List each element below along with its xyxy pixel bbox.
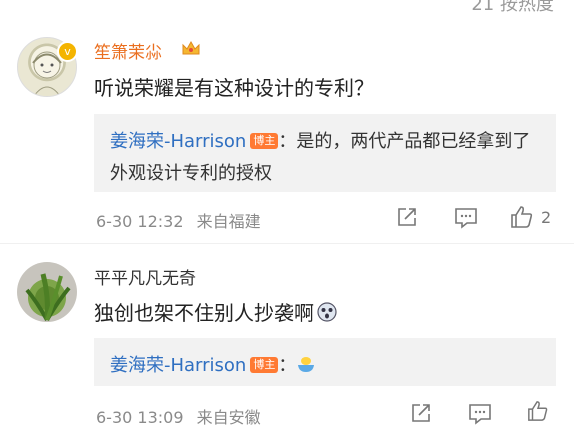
comment-text: 听说荣耀是有这种设计的专利？ bbox=[94, 76, 374, 100]
like-icon[interactable] bbox=[526, 400, 550, 422]
comment-meta: 6-30 13:09 来自安徽 bbox=[96, 404, 261, 428]
comment-icon[interactable] bbox=[454, 207, 478, 229]
reply-box[interactable]: 姜海荣-Harrison 博主： bbox=[94, 338, 556, 386]
like-count: 2 bbox=[541, 208, 552, 227]
reply-author[interactable]: 姜海荣-Harrison bbox=[110, 355, 246, 376]
comment-source: 来自安徽 bbox=[196, 408, 261, 427]
eating-emoji-icon bbox=[298, 357, 315, 372]
crown-icon bbox=[182, 40, 200, 55]
reply-author[interactable]: 姜海荣-Harrison bbox=[110, 131, 246, 152]
comment-username[interactable]: 笙箫茉尛 bbox=[94, 38, 162, 63]
blogger-tag: 博主 bbox=[250, 133, 279, 149]
comment-username[interactable]: 平平凡凡无奇 bbox=[94, 264, 196, 289]
share-icon[interactable] bbox=[396, 206, 418, 228]
blogger-tag: 博主 bbox=[250, 357, 279, 373]
comment-time: 6-30 12:32 bbox=[96, 212, 184, 231]
reply-text: ： bbox=[278, 355, 297, 376]
plant-icon bbox=[25, 273, 71, 322]
sort-label[interactable]: 21 按热度 bbox=[471, 0, 554, 16]
verified-badge-icon: v bbox=[57, 41, 78, 62]
like-icon[interactable] bbox=[510, 205, 534, 229]
shocked-emoji-icon bbox=[317, 302, 337, 322]
divider bbox=[0, 243, 574, 244]
comment-meta: 6-30 12:32 来自福建 bbox=[96, 208, 261, 232]
share-icon[interactable] bbox=[410, 402, 432, 424]
comment-source: 来自福建 bbox=[196, 212, 261, 231]
avatar[interactable] bbox=[17, 262, 77, 322]
reply-box[interactable]: 姜海荣-Harrison 博主 ：是的，两代产品都已经拿到了外观设计专利的授权 bbox=[94, 114, 556, 192]
comment-text: 独创也架不住别人抄袭啊 bbox=[94, 297, 338, 326]
comment-time: 6-30 13:09 bbox=[96, 408, 184, 427]
